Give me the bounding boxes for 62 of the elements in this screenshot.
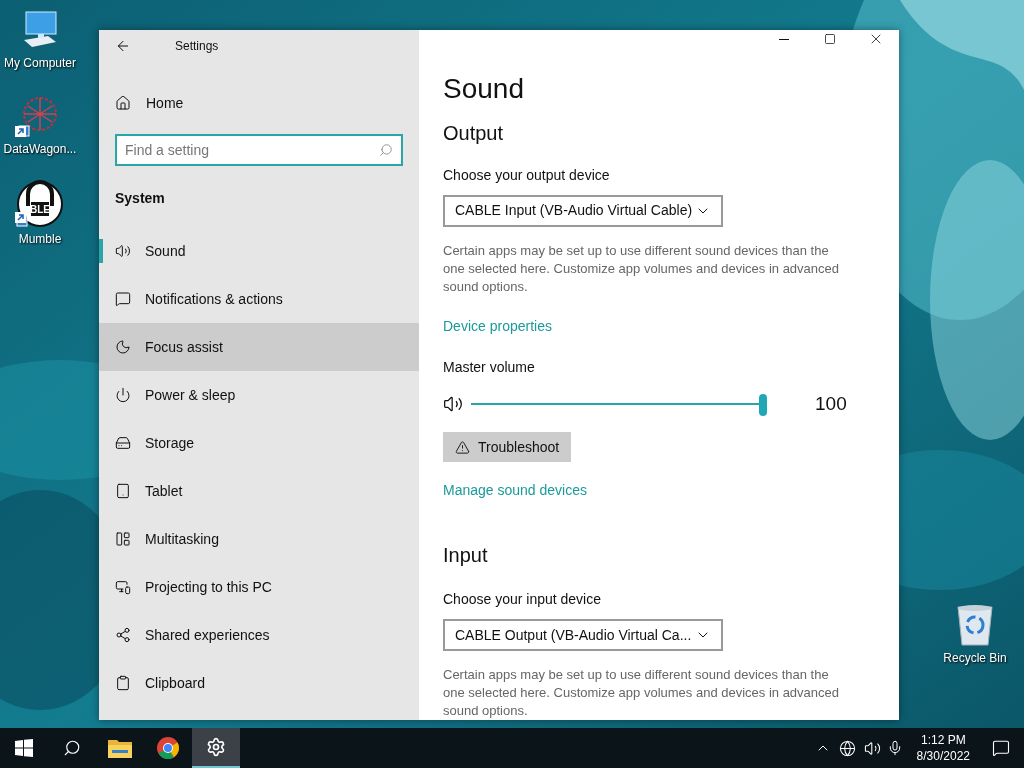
section-heading: Output — [443, 120, 504, 146]
device-properties-link[interactable]: Device properties — [443, 315, 552, 337]
speaker-icon — [115, 243, 131, 259]
sidebar-item[interactable]: Focus assist — [99, 323, 419, 371]
back-icon[interactable] — [115, 38, 131, 54]
tablet-icon — [115, 483, 131, 499]
troubleshoot-button[interactable]: Troubleshoot — [443, 432, 572, 462]
sidebar-item[interactable]: Shared experiences — [99, 611, 419, 659]
desktop-icon-label[interactable]: My Computer — [4, 54, 76, 72]
sidebar-item[interactable]: Clipboard — [99, 659, 419, 707]
sidebar-item[interactable]: Multitasking — [99, 515, 419, 563]
desktop-icon-label[interactable]: Recycle Bin — [943, 649, 1007, 667]
desktop-icon-label[interactable]: Mumble — [18, 230, 62, 248]
volume-reading: 100 — [815, 391, 847, 416]
panels-icon — [115, 531, 131, 547]
page-title: Sound — [443, 71, 524, 106]
gear-icon — [206, 737, 226, 757]
folder-icon — [108, 738, 132, 758]
help-text: Certain apps may be set up to use different sound devices than the one selected here. Customize app volumes and devices in advanced sound options. — [443, 241, 841, 296]
monitor-icon — [115, 579, 131, 595]
warning-icon — [455, 439, 470, 455]
section-heading: Input — [443, 543, 488, 568]
sidebar-item[interactable]: Projecting to this PC — [99, 563, 419, 611]
section-heading: System — [115, 189, 166, 208]
windows-logo-icon — [15, 739, 33, 757]
notification-icon[interactable] — [992, 739, 1010, 757]
browser-icon — [156, 736, 180, 760]
speaker-icon[interactable] — [863, 739, 881, 757]
maximize-icon — [824, 33, 836, 46]
field-label: Master volume — [443, 357, 535, 377]
sidebar-item[interactable]: Tablet — [99, 467, 419, 515]
home-icon — [115, 95, 131, 111]
sidebar-item[interactable]: Storage — [99, 419, 419, 467]
speech-bubble-icon — [115, 291, 131, 307]
search-field[interactable]: Find a setting — [115, 134, 403, 166]
device-dropdown[interactable]: CABLE Output (VB-Audio Virtual Ca... — [443, 619, 723, 651]
sidebar-item[interactable]: Sound — [99, 227, 419, 275]
device-dropdown[interactable]: CABLE Input (VB-Audio Virtual Cable) — [443, 194, 723, 227]
recycle-bin-icon — [955, 603, 995, 647]
search-icon — [63, 739, 81, 757]
clipboard-icon — [115, 675, 131, 691]
nodes-icon — [115, 627, 131, 643]
globe-icon[interactable] — [838, 739, 856, 757]
manage-devices-link[interactable]: Manage sound devices — [443, 480, 587, 501]
home-item[interactable]: Home — [99, 79, 419, 127]
slider-thumb[interactable] — [759, 393, 767, 416]
clock[interactable]: 1:12 PM 8/30/2022 — [908, 732, 978, 764]
minimize-icon — [779, 38, 789, 40]
help-text: Certain apps may be set up to use different sound devices than the one selected here. Customize app volumes and devices in advanced sound options. — [443, 666, 841, 720]
desktop-icon-label[interactable]: DataWagon... — [3, 140, 77, 158]
drive-icon — [115, 435, 131, 451]
sidebar-item[interactable]: Power & sleep — [99, 371, 419, 419]
power-icon — [115, 387, 131, 403]
sidebar-item[interactable]: Notifications & actions — [99, 275, 419, 323]
field-label: Choose your input device — [443, 590, 601, 609]
moon-icon — [115, 339, 131, 355]
gear-taskbar-button[interactable] — [192, 728, 240, 768]
volume-slider[interactable] — [471, 393, 767, 414]
headset-icon: BLE — [16, 180, 64, 228]
search-icon — [379, 143, 393, 157]
window-title: Settings — [175, 38, 219, 55]
field-label: Choose your output device — [443, 165, 610, 185]
